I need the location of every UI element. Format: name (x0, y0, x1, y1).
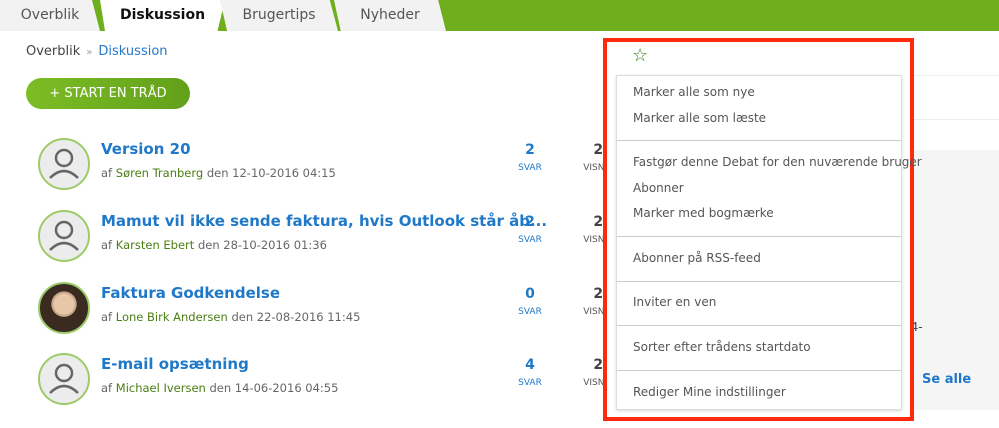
menu-divider (617, 281, 901, 282)
thread-title[interactable]: E-mail opsætning (101, 355, 249, 373)
reply-count-value: 4 (525, 357, 535, 373)
thread-row: Faktura Godkendelse af Lone Birk Anderse… (38, 282, 638, 342)
author-link[interactable]: Lone Birk Andersen (116, 310, 228, 324)
menu-item-subscribe[interactable]: Abonner (633, 181, 684, 195)
reply-count-value: 2 (525, 214, 535, 230)
menu-divider (617, 325, 901, 326)
options-menu: Marker alle som nye Marker alle som læst… (616, 75, 922, 410)
thread-title[interactable]: Mamut vil ikke sende faktura, hvis Outlo… (101, 212, 547, 230)
thread-row: Version 20 af Søren Tranberg den 12-10-2… (38, 138, 638, 198)
thread-meta: af Søren Tranberg den 12-10-2016 04:15 (101, 166, 336, 180)
thread-meta: af Karsten Ebert den 28-10-2016 01:36 (101, 238, 327, 252)
breadcrumb: Overblik » Diskussion (26, 44, 168, 59)
thread-meta: af Lone Birk Andersen den 22-08-2016 11:… (101, 310, 360, 324)
by-label: af (101, 381, 113, 395)
default-avatar-icon[interactable] (38, 353, 90, 405)
breadcrumb-current[interactable]: Diskussion (98, 44, 167, 59)
menu-item-bookmark[interactable]: Marker med bogmærke (633, 206, 774, 220)
menu-divider (617, 370, 901, 371)
reply-count: 4 SVAR (510, 357, 550, 388)
menu-item-settings[interactable]: Rediger Mine indstillinger (633, 385, 786, 399)
default-avatar-icon[interactable] (38, 138, 90, 190)
tab-diskussion[interactable]: Diskussion (100, 0, 225, 31)
menu-item-mark-read[interactable]: Marker alle som læste (633, 111, 766, 125)
thread-date: den 22-08-2016 11:45 (231, 310, 361, 324)
start-thread-button[interactable]: + START EN TRÅD (26, 78, 190, 109)
reply-count: 2 SVAR (510, 142, 550, 173)
breadcrumb-home[interactable]: Overblik (26, 44, 80, 59)
menu-item-rss[interactable]: Abonner på RSS-feed (633, 251, 761, 265)
thread-date: den 14-06-2016 04:55 (209, 381, 339, 395)
reply-count-label: SVAR (518, 378, 542, 388)
breadcrumb-separator: » (86, 47, 93, 58)
thread-date: den 28-10-2016 01:36 (197, 238, 327, 252)
thread-title[interactable]: Version 20 (101, 140, 191, 158)
thread-row: Mamut vil ikke sende faktura, hvis Outlo… (38, 210, 638, 270)
tab-brugertips[interactable]: Brugertips (220, 0, 338, 31)
by-label: af (101, 166, 113, 180)
reply-count-label: SVAR (518, 307, 542, 317)
thread-meta: af Michael Iversen den 14-06-2016 04:55 (101, 381, 338, 395)
by-label: af (101, 238, 113, 252)
author-link[interactable]: Søren Tranberg (116, 166, 203, 180)
default-avatar-icon[interactable] (38, 210, 90, 262)
author-link[interactable]: Karsten Ebert (116, 238, 195, 252)
tab-overblik[interactable]: Overblik (0, 0, 100, 31)
reply-count-value: 0 (525, 286, 535, 302)
thread-date: den 12-10-2016 04:15 (206, 166, 336, 180)
reply-count-label: SVAR (518, 235, 542, 245)
reply-count: 0 SVAR (510, 286, 550, 317)
menu-divider (617, 140, 901, 141)
reply-count-label: SVAR (518, 163, 542, 173)
menu-item-pin[interactable]: Fastgør denne Debat for den nuværende br… (633, 155, 922, 169)
menu-item-sort[interactable]: Sorter efter trådens startdato (633, 340, 811, 354)
see-all-link[interactable]: Se alle (922, 372, 971, 387)
menu-item-mark-new[interactable]: Marker alle som nye (633, 85, 755, 99)
author-link[interactable]: Michael Iversen (116, 381, 206, 395)
by-label: af (101, 310, 113, 324)
menu-item-invite[interactable]: Inviter en ven (633, 295, 716, 309)
thread-title[interactable]: Faktura Godkendelse (101, 284, 280, 302)
menu-divider (617, 236, 901, 237)
reply-count-value: 2 (525, 142, 535, 158)
avatar[interactable] (38, 282, 90, 334)
star-icon[interactable]: ☆ (632, 45, 648, 66)
reply-count: 2 SVAR (510, 214, 550, 245)
tab-nyheder[interactable]: Nyheder (334, 0, 446, 31)
thread-row: E-mail opsætning af Michael Iversen den … (38, 353, 638, 413)
